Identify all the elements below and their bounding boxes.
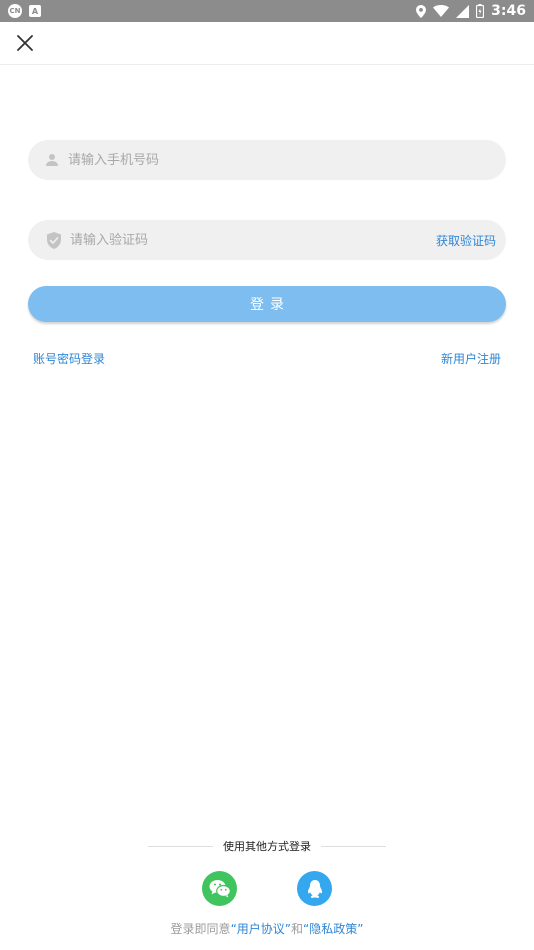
code-field[interactable]: 获取验证码	[28, 220, 506, 260]
status-time: 3:46	[491, 3, 526, 19]
code-input[interactable]	[70, 220, 436, 260]
privacy-policy-link[interactable]: “隐私政策”	[303, 922, 363, 936]
login-button[interactable]: 登录	[28, 286, 506, 322]
qq-login-button[interactable]	[297, 871, 332, 906]
agreement-prefix: 登录即同意	[170, 922, 231, 936]
shield-check-icon	[44, 230, 64, 250]
user-agreement-link[interactable]: “用户协议”	[231, 922, 291, 936]
status-left: CN A	[8, 4, 41, 18]
password-login-link[interactable]: 账号密码登录	[33, 350, 105, 367]
close-button[interactable]	[12, 30, 38, 56]
wechat-login-button[interactable]	[202, 871, 237, 906]
wechat-icon	[209, 880, 231, 898]
phone-field[interactable]	[28, 140, 506, 180]
get-code-button[interactable]: 获取验证码	[436, 232, 496, 249]
close-icon	[17, 35, 33, 51]
divider-line-left	[148, 845, 213, 847]
notification-a-icon: A	[29, 5, 41, 17]
top-bar	[0, 22, 534, 65]
agreement-and: 和	[291, 922, 304, 936]
divider-line-right	[321, 845, 386, 847]
agreement-text: 登录即同意“用户协议”和“隐私政策”	[0, 920, 534, 937]
status-right: 3:46	[416, 3, 526, 19]
login-screen: CN A 3:46 请输入手机号码 请输入验证码 获取验证码 登录 账号密码登录…	[0, 0, 534, 950]
other-login-title: 使用其他方式登录	[223, 840, 311, 853]
battery-icon	[476, 4, 485, 18]
user-icon	[42, 150, 62, 170]
status-bar: CN A 3:46	[0, 0, 534, 22]
register-link[interactable]: 新用户注册	[441, 350, 501, 367]
wifi-icon	[433, 5, 450, 17]
other-login-divider: 使用其他方式登录	[148, 837, 386, 855]
signal-icon	[456, 4, 470, 18]
location-icon	[416, 4, 427, 18]
qq-icon	[307, 879, 322, 898]
phone-input[interactable]	[68, 140, 506, 180]
notification-badge-icon: CN	[8, 4, 22, 18]
